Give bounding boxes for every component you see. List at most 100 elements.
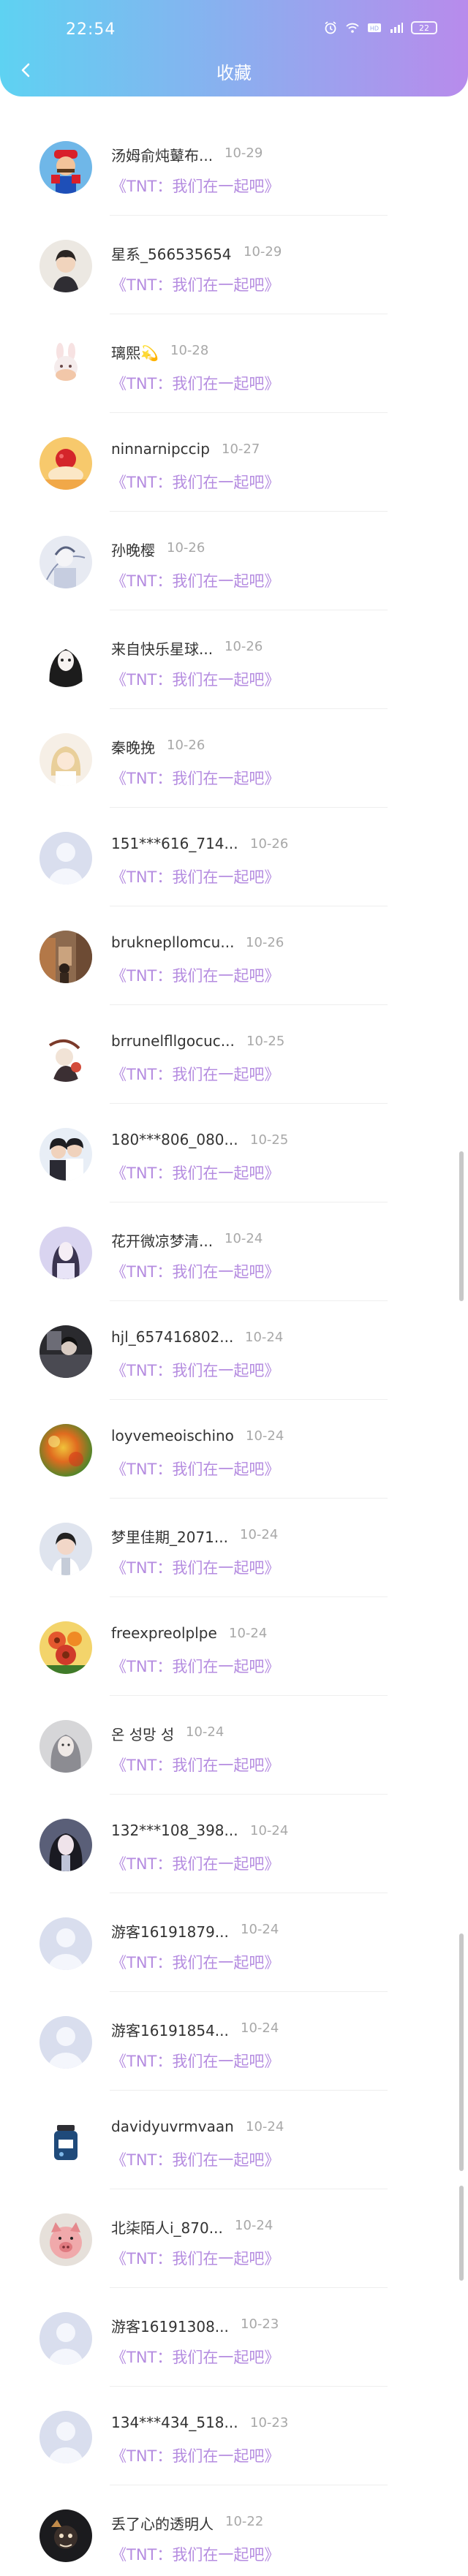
list-item[interactable]: 孙晚樱 10-26 《TNT：我们在一起吧》 (0, 512, 468, 610)
user-name: 汤姆俞炖鼙布... (111, 147, 214, 164)
avatar[interactable] (39, 1325, 92, 1378)
status-icons: HD 22 (323, 20, 437, 35)
list-item[interactable]: 丢了心的透明人 10-22 《TNT：我们在一起吧》 (0, 2485, 468, 2576)
avatar[interactable] (39, 437, 92, 490)
user-name: 梦里佳期_2071... (111, 1528, 228, 1546)
avatar[interactable] (39, 1523, 92, 1575)
page-title: 收藏 (216, 63, 252, 83)
list-item[interactable]: hjl_657416802... 10-24 《TNT：我们在一起吧》 (0, 1301, 468, 1400)
avatar[interactable] (39, 1424, 92, 1477)
favorite-date: 10-26 (246, 935, 284, 950)
favorite-work-title: 《TNT：我们在一起吧》 (111, 2053, 280, 2070)
avatar[interactable] (39, 338, 92, 391)
user-name: 秦晚挽 (111, 739, 155, 757)
list-item[interactable]: 온 성망 성 10-24 《TNT：我们在一起吧》 (0, 1696, 468, 1795)
favorite-work-title: 《TNT：我们在一起吧》 (111, 2447, 280, 2465)
user-name: bruknepllomcu... (111, 933, 235, 951)
list-item[interactable]: davidyuvrmvaan 10-24 《TNT：我们在一起吧》 (0, 2091, 468, 2189)
list-item[interactable]: 134***434_518... 10-23 《TNT：我们在一起吧》 (0, 2387, 468, 2485)
list-item[interactable]: 132***108_398... 10-24 《TNT：我们在一起吧》 (0, 1795, 468, 1893)
avatar[interactable] (39, 2115, 92, 2167)
list-item[interactable]: 花开微凉梦清... 10-24 《TNT：我们在一起吧》 (0, 1202, 468, 1301)
avatar[interactable] (39, 1128, 92, 1181)
favorite-work-title: 《TNT：我们在一起吧》 (111, 770, 280, 787)
user-name: 花开微凉梦清... (111, 1232, 214, 1250)
list-item[interactable]: 游客16191308... 10-23 《TNT：我们在一起吧》 (0, 2288, 468, 2387)
header: 22:54 HD 22 收藏 (0, 0, 468, 96)
scrollbar-thumb[interactable] (459, 1151, 464, 1301)
list-item[interactable]: 来自快乐星球... 10-26 《TNT：我们在一起吧》 (0, 610, 468, 709)
favorite-work-title: 《TNT：我们在一起吧》 (111, 1954, 280, 1971)
avatar[interactable] (39, 733, 92, 786)
scrollbar-thumb[interactable] (459, 2186, 464, 2281)
user-name: 134***434_518... (111, 2414, 238, 2431)
avatar[interactable] (39, 1029, 92, 1082)
svg-text:HD: HD (370, 26, 379, 32)
favorite-work-title: 《TNT：我们在一起吧》 (111, 868, 280, 886)
avatar[interactable] (39, 634, 92, 687)
avatar[interactable] (39, 2213, 92, 2266)
avatar[interactable] (39, 1720, 92, 1773)
volte-icon: HD (367, 20, 382, 35)
favorites-page: 22:54 HD 22 收藏 汤姆俞炖鼙布... 10-29 《TNT：我们在一… (0, 0, 468, 2576)
user-name: 151***616_714... (111, 835, 238, 852)
list-item[interactable]: 璃熙💫 10-28 《TNT：我们在一起吧》 (0, 314, 468, 413)
list-item[interactable]: ninnarnipccip 10-27 《TNT：我们在一起吧》 (0, 413, 468, 512)
avatar[interactable] (39, 1621, 92, 1674)
avatar[interactable] (39, 1227, 92, 1279)
favorite-work-title: 《TNT：我们在一起吧》 (111, 1559, 280, 1577)
user-name: 180***806_080... (111, 1131, 238, 1148)
list-item[interactable]: 151***616_714... 10-26 《TNT：我们在一起吧》 (0, 808, 468, 906)
user-name: 北柒陌人i_870... (111, 2219, 223, 2237)
avatar[interactable] (39, 2411, 92, 2463)
avatar[interactable] (39, 1819, 92, 1871)
list-item[interactable]: bruknepllomcu... 10-26 《TNT：我们在一起吧》 (0, 906, 468, 1005)
user-name: 来自快乐星球... (111, 640, 214, 658)
list-item[interactable]: 180***806_080... 10-25 《TNT：我们在一起吧》 (0, 1104, 468, 1202)
favorite-work-title: 《TNT：我们在一起吧》 (111, 2349, 280, 2366)
avatar[interactable] (39, 141, 92, 194)
user-name: 온 성망 성 (111, 1726, 175, 1743)
avatar[interactable] (39, 1917, 92, 1970)
scrollbar-thumb[interactable] (459, 1933, 464, 2171)
favorite-date: 10-24 (229, 1626, 268, 1641)
avatar[interactable] (39, 2509, 92, 2562)
list-item[interactable]: 北柒陌人i_870... 10-24 《TNT：我们在一起吧》 (0, 2189, 468, 2288)
list-item[interactable]: 汤姆俞炖鼙布... 10-29 《TNT：我们在一起吧》 (0, 117, 468, 216)
favorite-work-title: 《TNT：我们在一起吧》 (111, 178, 280, 195)
avatar[interactable] (39, 832, 92, 884)
user-name: 132***108_398... (111, 1822, 238, 1839)
favorite-date: 10-24 (240, 1527, 279, 1542)
avatar[interactable] (39, 536, 92, 588)
favorite-work-title: 《TNT：我们在一起吧》 (111, 375, 280, 393)
list-item[interactable]: 秦晚挽 10-26 《TNT：我们在一起吧》 (0, 709, 468, 808)
list-item[interactable]: brrunelfllgocuc... 10-25 《TNT：我们在一起吧》 (0, 1005, 468, 1104)
user-name: freexpreolplpe (111, 1624, 217, 1642)
favorite-work-title: 《TNT：我们在一起吧》 (111, 2250, 280, 2268)
favorite-work-title: 《TNT：我们在一起吧》 (111, 1066, 280, 1083)
avatar[interactable] (39, 2312, 92, 2365)
avatar[interactable] (39, 240, 92, 292)
list-item[interactable]: 梦里佳期_2071... 10-24 《TNT：我们在一起吧》 (0, 1499, 468, 1597)
user-name: 游客16191854... (111, 2022, 229, 2039)
wifi-icon (345, 20, 360, 35)
favorite-date: 10-28 (170, 343, 209, 358)
favorite-date: 10-24 (241, 2020, 279, 2036)
user-name: 丢了心的透明人 (111, 2515, 214, 2533)
user-name: 游客16191879... (111, 1923, 229, 1941)
list-item[interactable]: freexpreolplpe 10-24 《TNT：我们在一起吧》 (0, 1597, 468, 1696)
list-item[interactable]: 游客16191854... 10-24 《TNT：我们在一起吧》 (0, 1992, 468, 2091)
user-name: 星系_566535654 (111, 246, 232, 263)
favorite-work-title: 《TNT：我们在一起吧》 (111, 474, 280, 491)
favorite-date: 10-29 (244, 244, 282, 260)
avatar[interactable] (39, 931, 92, 983)
user-name: davidyuvrmvaan (111, 2118, 234, 2135)
list-item[interactable]: loyvemeoischino 10-24 《TNT：我们在一起吧》 (0, 1400, 468, 1499)
list-item[interactable]: 游客16191879... 10-24 《TNT：我们在一起吧》 (0, 1893, 468, 1992)
favorite-date: 10-23 (250, 2415, 289, 2431)
favorite-date: 10-24 (246, 1428, 284, 1444)
list-item[interactable]: 星系_566535654 10-29 《TNT：我们在一起吧》 (0, 216, 468, 314)
favorite-date: 10-24 (250, 1823, 289, 1838)
avatar[interactable] (39, 2016, 92, 2069)
user-name: 孙晚樱 (111, 542, 155, 559)
